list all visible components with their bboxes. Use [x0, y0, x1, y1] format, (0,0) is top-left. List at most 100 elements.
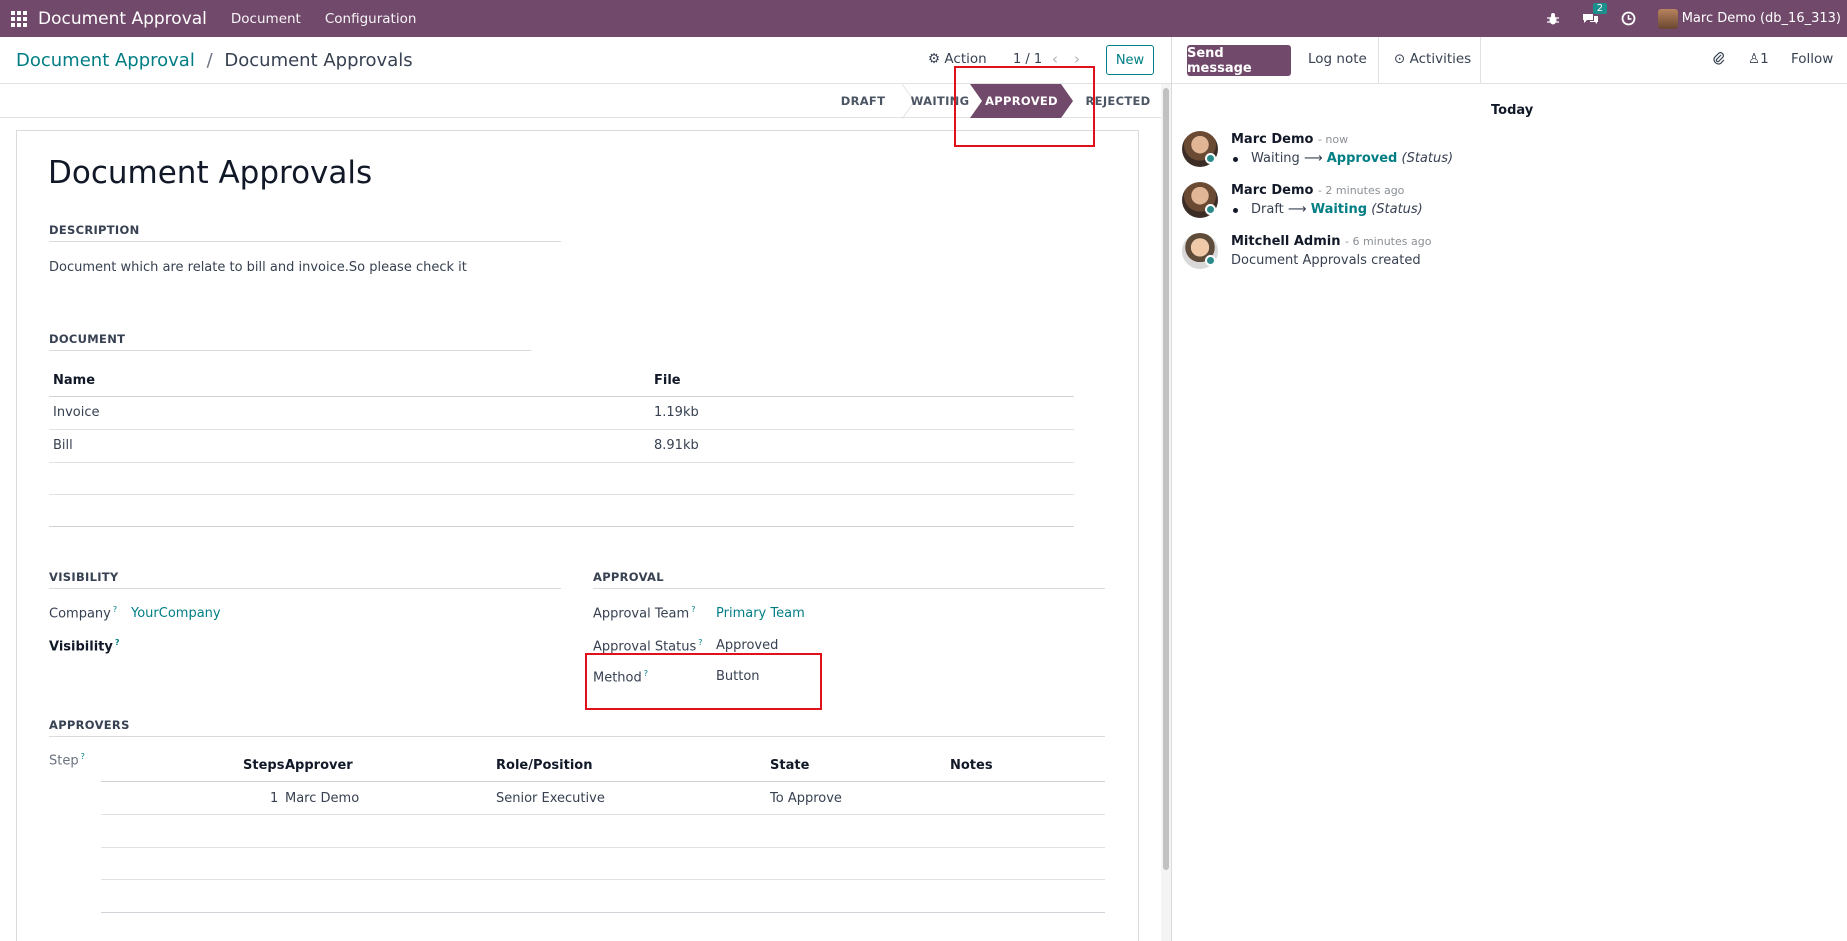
bullet-icon	[1233, 208, 1238, 213]
doc-row-name[interactable]: Bill	[53, 438, 73, 453]
apps-menu-icon[interactable]	[0, 0, 38, 37]
row-divider	[101, 912, 1105, 913]
message-author-name: Mitchell Admin	[1231, 234, 1341, 249]
action-menu-button[interactable]: ⚙ Action	[928, 51, 987, 67]
chatter-toolbar: Send message Log note ⊙ Activities ♙1 Fo…	[1172, 37, 1847, 84]
clock-icon: ⊙	[1394, 51, 1406, 67]
tracking-field: (Status)	[1371, 202, 1423, 217]
scrollbar-thumb[interactable]	[1163, 88, 1169, 870]
form-sheet	[16, 130, 1139, 941]
message-author-name: Marc Demo	[1231, 183, 1314, 198]
step-role[interactable]: Senior Executive	[496, 791, 605, 806]
menu-configuration[interactable]: Configuration	[325, 11, 417, 27]
col-approver[interactable]: Approver	[285, 758, 353, 773]
description-header: DESCRIPTION	[49, 223, 561, 242]
activities-label: Activities	[1409, 51, 1472, 67]
message-time: - now	[1317, 133, 1349, 146]
help-icon[interactable]: ?	[113, 605, 117, 614]
help-icon[interactable]: ?	[691, 605, 695, 614]
help-icon[interactable]: ?	[698, 638, 702, 647]
visibility-header: VISIBILITY	[49, 570, 561, 589]
company-label: Company?	[49, 605, 117, 621]
message-body: Document Approvals created	[1231, 253, 1421, 268]
user-avatar[interactable]	[1657, 8, 1678, 29]
company-label-text: Company	[49, 606, 111, 622]
app-brand[interactable]: Document Approval	[38, 9, 207, 29]
steps-header-line	[101, 781, 1105, 782]
menu-document[interactable]: Document	[231, 11, 301, 27]
online-status-icon	[1205, 204, 1216, 215]
col-state[interactable]: State	[770, 758, 809, 773]
chat-icon[interactable]: 2	[1582, 2, 1608, 26]
approval-status-value: Approved	[716, 638, 779, 653]
user-icon: ♙	[1748, 51, 1761, 67]
row-divider	[49, 429, 1074, 430]
bug-icon[interactable]	[1546, 12, 1560, 26]
help-icon[interactable]: ?	[81, 752, 85, 761]
doc-header-line	[49, 396, 1074, 397]
doc-col-name[interactable]: Name	[53, 373, 95, 388]
activities-button[interactable]: ⊙ Activities	[1394, 51, 1471, 67]
toolbar-separator	[1480, 37, 1481, 84]
tracking-new-value: Approved	[1326, 151, 1398, 166]
tracking-old-value: Draft	[1251, 202, 1284, 217]
step-approver[interactable]: Marc Demo	[285, 791, 359, 806]
tracking-value: Waiting ⟶ Approved (Status)	[1251, 151, 1453, 166]
col-role[interactable]: Role/Position	[496, 758, 592, 773]
approval-header: APPROVAL	[593, 570, 1105, 589]
followers-button[interactable]: ♙1	[1748, 51, 1769, 67]
step-label: Step?	[49, 752, 85, 768]
description-field[interactable]: Document which are relate to bill and in…	[49, 260, 467, 275]
col-notes[interactable]: Notes	[950, 758, 993, 773]
visibility-label: Visibility?	[49, 638, 120, 654]
message-author[interactable]: Marc Demo - now	[1231, 132, 1348, 147]
action-label: Action	[944, 51, 987, 67]
breadcrumb: Document Approval / Document Approvals	[16, 50, 413, 71]
approval-team-label-text: Approval Team	[593, 606, 690, 622]
online-status-icon	[1205, 153, 1216, 164]
tracking-new-value: Waiting	[1310, 202, 1368, 217]
breadcrumb-parent[interactable]: Document Approval	[16, 50, 195, 71]
user-name[interactable]: Marc Demo (db_16_313)	[1682, 11, 1841, 26]
chat-badge: 2	[1592, 2, 1608, 14]
breadcrumb-current: Document Approvals	[224, 49, 413, 71]
approvers-header: APPROVERS	[49, 718, 1105, 737]
record-title[interactable]: Document Approvals	[48, 155, 372, 191]
step-state[interactable]: To Approve	[770, 791, 842, 806]
approval-team-value[interactable]: Primary Team	[716, 606, 805, 621]
paperclip-icon[interactable]	[1712, 51, 1725, 69]
row-divider	[101, 847, 1105, 848]
tracking-field: (Status)	[1401, 151, 1454, 166]
step-number[interactable]: 1	[270, 791, 278, 806]
follow-button[interactable]: Follow	[1791, 51, 1833, 67]
doc-row-name[interactable]: Invoice	[53, 405, 99, 420]
message-time: - 6 minutes ago	[1344, 235, 1432, 248]
row-divider	[49, 526, 1074, 527]
online-status-icon	[1205, 255, 1216, 266]
tracking-value: Draft ⟶ Waiting (Status)	[1251, 202, 1423, 217]
clock-icon[interactable]	[1621, 11, 1636, 26]
doc-row-file[interactable]: 8.91kb	[654, 438, 699, 453]
row-divider	[101, 814, 1105, 815]
pager-value[interactable]: 1 / 1	[1013, 52, 1042, 67]
toolbar-separator	[1378, 37, 1379, 84]
form-scrollbar[interactable]	[1161, 84, 1171, 941]
top-navbar: Document Approval Document Configuration…	[0, 0, 1847, 37]
stage-draft[interactable]: DRAFT	[828, 84, 898, 118]
new-button[interactable]: New	[1106, 45, 1154, 75]
doc-col-file[interactable]: File	[654, 373, 681, 388]
message-author[interactable]: Mitchell Admin - 6 minutes ago	[1231, 234, 1431, 249]
followers-count: 1	[1760, 51, 1769, 67]
company-value[interactable]: YourCompany	[131, 606, 221, 621]
send-message-button[interactable]: Send message	[1187, 45, 1291, 76]
visibility-label-text: Visibility	[49, 639, 113, 655]
message-author[interactable]: Marc Demo - 2 minutes ago	[1231, 183, 1404, 198]
row-divider	[49, 494, 1074, 495]
message-time: - 2 minutes ago	[1317, 184, 1405, 197]
highlight-method-field	[585, 653, 822, 710]
log-note-button[interactable]: Log note	[1308, 51, 1367, 67]
doc-row-file[interactable]: 1.19kb	[654, 405, 699, 420]
col-steps[interactable]: Steps	[243, 758, 284, 773]
help-icon[interactable]: ?	[115, 638, 120, 647]
bullet-icon	[1233, 157, 1238, 162]
